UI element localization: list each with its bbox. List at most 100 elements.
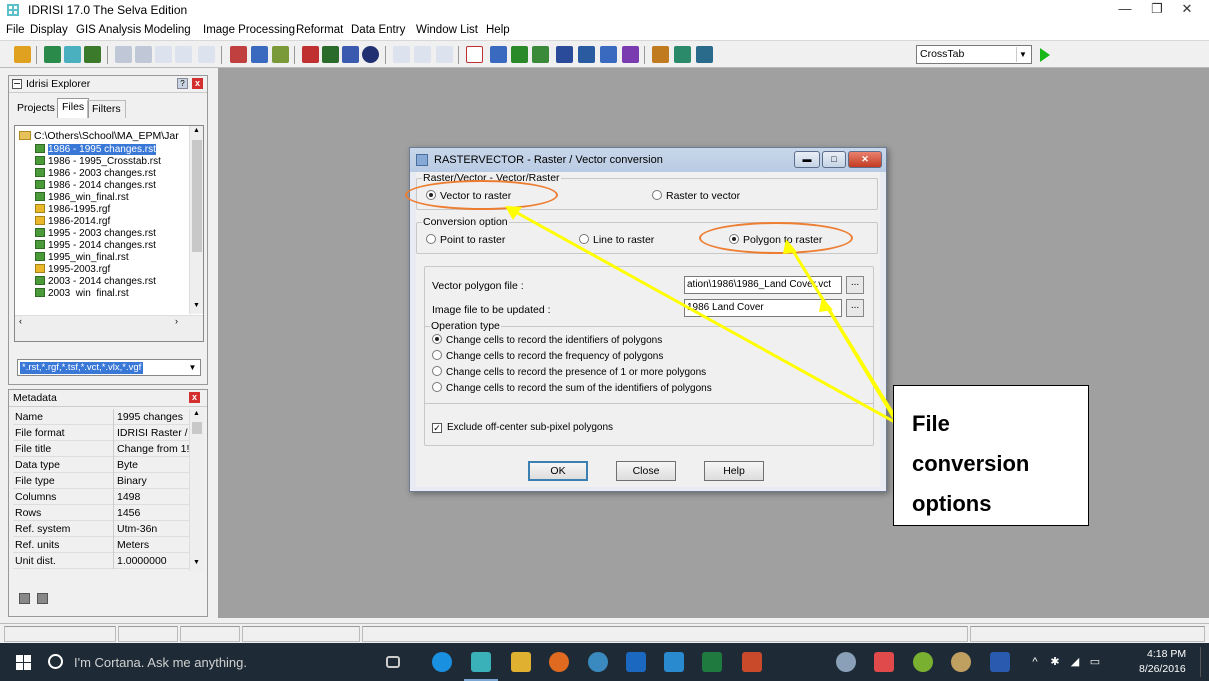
zoom-window-icon[interactable] — [155, 46, 172, 63]
menu-window-list[interactable]: Window List — [416, 24, 478, 36]
database-icon[interactable] — [556, 46, 573, 63]
image-file-browse-button[interactable]: ... — [846, 299, 864, 317]
file-filter-select[interactable]: *.rst,*.rgf,*.tsf,*.vct,*.vlx,*.vgf ▼ — [17, 359, 201, 376]
app-tray-icon[interactable]: ✱ — [1049, 656, 1061, 668]
workflow-icon[interactable] — [652, 46, 669, 63]
clock-date[interactable]: 8/26/2016 — [1139, 663, 1186, 675]
image-file-field[interactable]: 1986 Land Cover — [684, 299, 842, 317]
file-item[interactable]: 1995 - 2014 changes.rst — [35, 240, 156, 252]
operation-frequency-radio[interactable]: Change cells to record the frequency of … — [432, 350, 663, 362]
clock-time[interactable]: 4:18 PM — [1147, 648, 1186, 660]
scroll-up-icon[interactable]: ▲ — [193, 127, 200, 134]
file-item[interactable]: 1986-2014.rgf — [35, 216, 110, 228]
file-item[interactable]: 1995-2003.rgf — [35, 264, 110, 276]
close-icon[interactable]: x — [192, 78, 203, 89]
scroll-thumb[interactable] — [192, 422, 202, 434]
operation-identifiers-radio[interactable]: Change cells to record the identifiers o… — [432, 334, 662, 346]
scroll-up-icon[interactable]: ▲ — [193, 410, 200, 417]
undo-icon[interactable] — [436, 46, 453, 63]
histogram-icon[interactable] — [490, 46, 507, 63]
tab-filters[interactable]: Filters — [87, 100, 126, 118]
file-item[interactable]: 1986 - 1995 changes.rst — [35, 144, 156, 156]
scroll-down-icon[interactable]: ▼ — [193, 302, 200, 309]
chevron-down-icon[interactable]: ▼ — [1016, 47, 1029, 62]
edit-icon[interactable] — [322, 46, 339, 63]
run-module-button[interactable] — [1040, 48, 1050, 62]
assign-icon[interactable] — [272, 46, 289, 63]
open-file-icon[interactable] — [14, 46, 31, 63]
show-hidden-icons-icon[interactable]: ^ — [1029, 656, 1041, 668]
gps-icon[interactable] — [466, 46, 483, 63]
file-item[interactable]: 1986 - 1995_Crosstab.rst — [35, 156, 161, 168]
windows-start-icon[interactable] — [16, 655, 31, 670]
image-calc-icon[interactable] — [532, 46, 549, 63]
collapse-icon[interactable] — [12, 79, 22, 89]
exclude-subpixel-checkbox[interactable]: ✓ Exclude off-center sub-pixel polygons — [432, 422, 613, 433]
dialog-minimize-button[interactable]: ▬ — [794, 151, 820, 168]
surface-icon[interactable] — [511, 46, 528, 63]
raster-to-vector-radio[interactable]: Raster to vector — [652, 190, 740, 202]
menu-help[interactable]: Help — [486, 24, 510, 36]
qgis-icon[interactable] — [913, 652, 933, 672]
file-item[interactable]: 1986 - 2014 changes.rst — [35, 180, 156, 192]
file-item[interactable]: 1995_win_final.rst — [35, 252, 129, 264]
chevron-down-icon[interactable]: ▼ — [186, 361, 199, 374]
land-change-icon[interactable] — [674, 46, 691, 63]
dialog-title-bar[interactable]: RASTERVECTOR - Raster / Vector conversio… — [410, 148, 886, 172]
tree-root-folder[interactable]: C:\Others\School\MA_EPM\Jar — [19, 130, 179, 142]
table-icon[interactable] — [578, 46, 595, 63]
powerpoint-icon[interactable] — [742, 652, 762, 672]
close-button[interactable]: Close — [616, 461, 676, 481]
menu-gis-analysis[interactable]: GIS Analysis — [76, 24, 141, 36]
metadata-vscroll[interactable]: ▲ ▼ — [189, 409, 203, 571]
cortana-icon[interactable] — [48, 654, 63, 669]
scroll-right-icon[interactable]: › — [175, 316, 178, 326]
reclass-icon[interactable] — [251, 46, 268, 63]
file-item[interactable]: 1986 - 2003 changes.rst — [35, 168, 156, 180]
palette-icon[interactable] — [342, 46, 359, 63]
scroll-down-icon[interactable]: ▼ — [193, 559, 200, 566]
help-button[interactable]: Help — [704, 461, 764, 481]
file-item[interactable]: 1995 - 2003 changes.rst — [35, 228, 156, 240]
restore-button[interactable]: ❐ — [1142, 1, 1172, 19]
distance-icon[interactable] — [414, 46, 431, 63]
ok-button[interactable]: OK — [528, 461, 588, 481]
wifi-icon[interactable]: ◢ — [1069, 656, 1081, 668]
menu-file[interactable]: File — [6, 24, 25, 36]
crosshair-icon[interactable] — [393, 46, 410, 63]
file-item[interactable]: 1986-1995.rgf — [35, 204, 110, 216]
file-tree-hscroll[interactable]: ‹ › — [15, 315, 203, 341]
arcmap-icon[interactable] — [874, 652, 894, 672]
file-item[interactable]: 2003_win_final.rst — [35, 288, 129, 297]
menu-image-processing[interactable]: Image Processing — [203, 24, 295, 36]
file-explorer-icon[interactable] — [511, 652, 531, 672]
store-icon[interactable] — [664, 652, 684, 672]
operation-sum-radio[interactable]: Change cells to record the sum of the id… — [432, 382, 712, 394]
game-app-icon[interactable] — [951, 652, 971, 672]
scroll-left-icon[interactable]: ‹ — [19, 316, 22, 326]
skype-icon[interactable] — [432, 652, 452, 672]
firefox-icon[interactable] — [549, 652, 569, 672]
task-view-icon[interactable] — [386, 656, 400, 668]
line-to-raster-radio[interactable]: Line to raster — [579, 234, 654, 246]
tab-projects[interactable]: Projects — [13, 100, 59, 118]
network-app-icon[interactable] — [836, 652, 856, 672]
battery-icon[interactable]: ▭ — [1089, 656, 1101, 668]
module-select[interactable]: CrossTab ▼ — [916, 45, 1032, 64]
point-to-raster-radio[interactable]: Point to raster — [426, 234, 505, 246]
file-item[interactable]: 1986_win_final.rst — [35, 192, 129, 204]
dialog-maximize-button[interactable]: □ — [822, 151, 846, 168]
dialog-close-button[interactable]: ✕ — [848, 151, 882, 168]
close-icon[interactable]: x — [189, 392, 200, 403]
overlay-icon[interactable] — [230, 46, 247, 63]
composer-icon[interactable] — [64, 46, 81, 63]
vector-file-field[interactable]: ation\1986\1986_Land Cover.vct — [684, 276, 842, 294]
tab-files[interactable]: Files — [57, 98, 90, 118]
scroll-thumb[interactable] — [192, 140, 202, 252]
help-query-icon[interactable] — [302, 46, 319, 63]
operation-presence-radio[interactable]: Change cells to record the presence of 1… — [432, 366, 706, 378]
measure-icon[interactable] — [175, 46, 192, 63]
query-icon[interactable] — [198, 46, 215, 63]
shapes-icon[interactable] — [622, 46, 639, 63]
zoom-in-icon[interactable] — [115, 46, 132, 63]
